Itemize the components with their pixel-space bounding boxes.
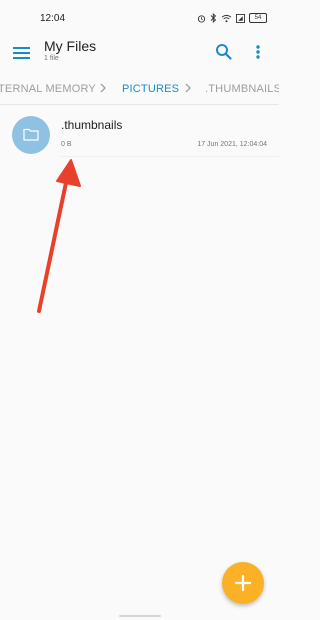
navigation-handle[interactable] [119,615,161,617]
battery-level: 54 [254,15,262,21]
add-button[interactable] [222,562,264,604]
file-size: 0 B [61,141,72,148]
menu-button[interactable] [11,43,33,63]
list-item[interactable]: .thumbnails 0 B 17 Jun 2021, 12:04:04 [0,110,279,158]
search-icon [216,44,232,60]
more-vert-icon [256,45,260,59]
app-bar: My Files 1 file [0,36,279,72]
divider [61,156,279,157]
folder-icon [23,128,39,141]
search-button[interactable] [213,41,235,63]
breadcrumb-item-internal-memory[interactable]: TERNAL MEMORY [0,83,96,95]
folder-avatar [12,116,50,154]
page-title: My Files [44,38,97,54]
status-time: 12:04 [40,13,66,24]
file-count: 1 file [44,55,59,62]
divider [0,104,279,105]
chevron-right-icon [185,83,191,93]
battery-icon: 54 [249,13,267,23]
signal-icon [236,13,245,23]
chevron-right-icon [100,83,106,93]
more-options-button[interactable] [250,41,266,63]
breadcrumb-item-thumbnails[interactable]: .THUMBNAILS [205,83,279,95]
status-icons: 54 [197,12,267,24]
breadcrumb: TERNAL MEMORY PICTURES .THUMBNAILS [0,76,279,104]
file-name: .thumbnails [61,118,123,132]
file-date: 17 Jun 2021, 12:04:04 [197,141,267,148]
alarm-icon [197,14,206,23]
bluetooth-icon [210,13,217,23]
status-bar: 12:04 54 [0,0,279,36]
breadcrumb-item-pictures[interactable]: PICTURES [122,83,179,95]
wifi-icon [221,14,232,22]
menu-icon [13,47,30,59]
plus-icon [235,575,251,591]
